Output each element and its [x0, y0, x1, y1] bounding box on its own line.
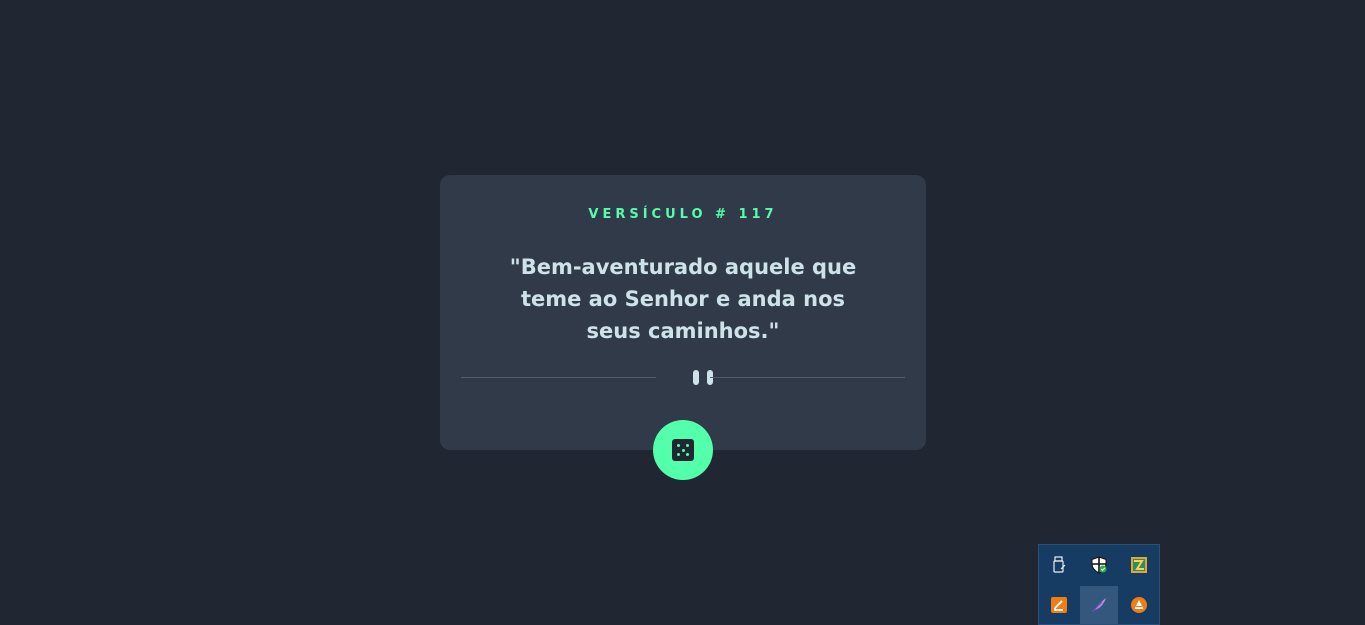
- new-verse-button[interactable]: [653, 420, 713, 480]
- system-tray-popup: [1038, 544, 1160, 625]
- verse-card: VERSÍCULO # 117 "Bem-aventurado aquele q…: [440, 175, 926, 450]
- vlc-style-icon[interactable]: [1120, 586, 1158, 624]
- page: VERSÍCULO # 117 "Bem-aventurado aquele q…: [0, 0, 1365, 625]
- divider-line-right: [710, 377, 905, 378]
- divider-line-left: [461, 377, 656, 378]
- divider: [461, 370, 905, 385]
- editor-app-icon[interactable]: [1040, 586, 1078, 624]
- verse-number-label: VERSÍCULO # 117: [588, 207, 778, 222]
- feather-app-icon[interactable]: [1080, 586, 1118, 624]
- security-shield-icon[interactable]: [1080, 546, 1118, 584]
- verse-text: "Bem-aventurado aquele que teme ao Senho…: [509, 255, 857, 343]
- usb-drive-icon[interactable]: [1040, 546, 1078, 584]
- dice-icon: [672, 439, 694, 461]
- image-app-icon[interactable]: [1120, 546, 1158, 584]
